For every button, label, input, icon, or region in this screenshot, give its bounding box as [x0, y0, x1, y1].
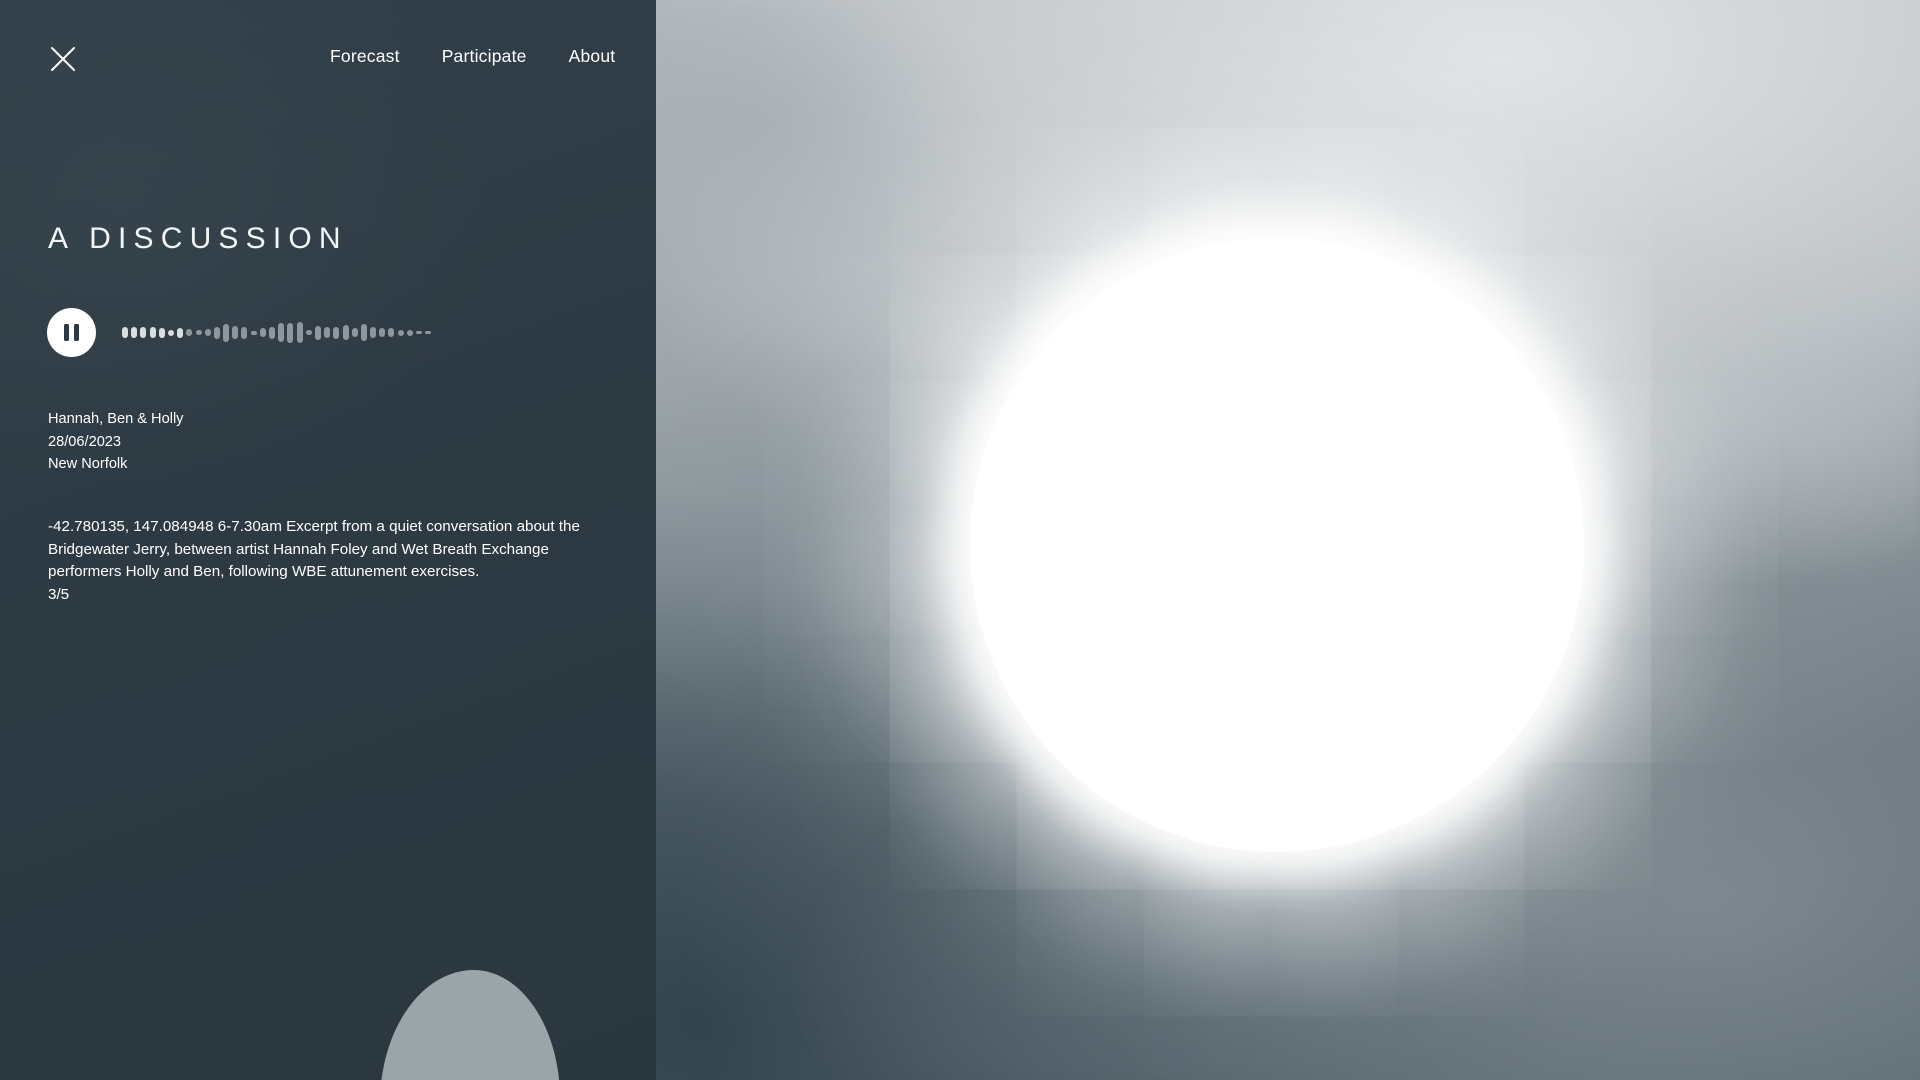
waveform-bar	[195, 330, 202, 335]
nav-item-forecast[interactable]: Forecast	[330, 46, 400, 67]
waveform-bar	[379, 328, 386, 337]
waveform-bar	[223, 323, 230, 342]
waveform-bar	[250, 330, 257, 335]
waveform-bar	[342, 325, 349, 340]
waveform-bar	[186, 329, 193, 336]
waveform-bar	[158, 327, 165, 338]
waveform-bar	[416, 331, 422, 334]
waveform-bar	[204, 329, 211, 336]
waveform-bar	[259, 328, 266, 337]
waveform-bar	[305, 330, 312, 335]
waveform-bar	[167, 329, 174, 336]
top-bar: Forecast Participate About	[0, 0, 656, 120]
waveform-bar	[296, 322, 303, 343]
waveform-bar	[425, 331, 432, 334]
pause-icon-bar-right	[74, 324, 79, 341]
waveform-bar	[278, 323, 285, 342]
waveform-bar	[324, 327, 331, 338]
main-nav: Forecast Participate About	[330, 46, 615, 67]
page-title: A DISCUSSION	[48, 222, 348, 255]
pause-icon-bar-left	[64, 324, 69, 341]
waveform-bar	[388, 328, 395, 337]
panel-content: Forecast Participate About A DISCUSSION …	[0, 0, 656, 1080]
page-root: Forecast Participate About A DISCUSSION …	[0, 0, 1920, 1080]
meta-people: Hannah, Ben & Holly	[48, 411, 184, 427]
audio-waveform-scrubber[interactable]	[122, 316, 432, 350]
waveform-bar	[397, 329, 404, 336]
waveform-bar	[131, 327, 138, 338]
waveform-bar	[333, 326, 340, 339]
waveform-bar	[360, 324, 367, 341]
waveform-bar	[351, 328, 358, 337]
waveform-bar	[241, 326, 248, 339]
sun-disc	[970, 238, 1584, 852]
close-button[interactable]	[42, 38, 84, 80]
waveform-bar	[149, 327, 156, 338]
close-icon	[42, 38, 84, 80]
pause-button[interactable]	[47, 308, 96, 357]
waveform-bar	[406, 329, 413, 336]
left-panel: Forecast Participate About A DISCUSSION …	[0, 0, 656, 1080]
waveform-bar	[287, 322, 294, 343]
audio-player	[47, 308, 432, 357]
waveform-bar	[140, 327, 147, 338]
track-count: 3/5	[48, 585, 70, 603]
waveform-bar	[269, 326, 275, 339]
waveform-bar	[177, 327, 184, 338]
waveform-bar	[122, 327, 128, 338]
nav-item-about[interactable]: About	[569, 46, 616, 67]
waveform-bar	[314, 325, 321, 340]
nav-item-participate[interactable]: Participate	[442, 46, 527, 67]
recording-description: -42.780135, 147.084948 6-7.30am Excerpt …	[48, 518, 580, 581]
meta-date: 28/06/2023	[48, 433, 122, 450]
recording-description-block: -42.780135, 147.084948 6-7.30am Excerpt …	[48, 516, 614, 606]
recording-meta: Hannah, Ben & Holly 28/06/2023 New Norfo…	[48, 408, 183, 476]
waveform-bar	[232, 326, 239, 339]
waveform-bar	[213, 326, 220, 339]
meta-location: New Norfolk	[48, 456, 128, 472]
waveform-bar	[370, 327, 377, 338]
